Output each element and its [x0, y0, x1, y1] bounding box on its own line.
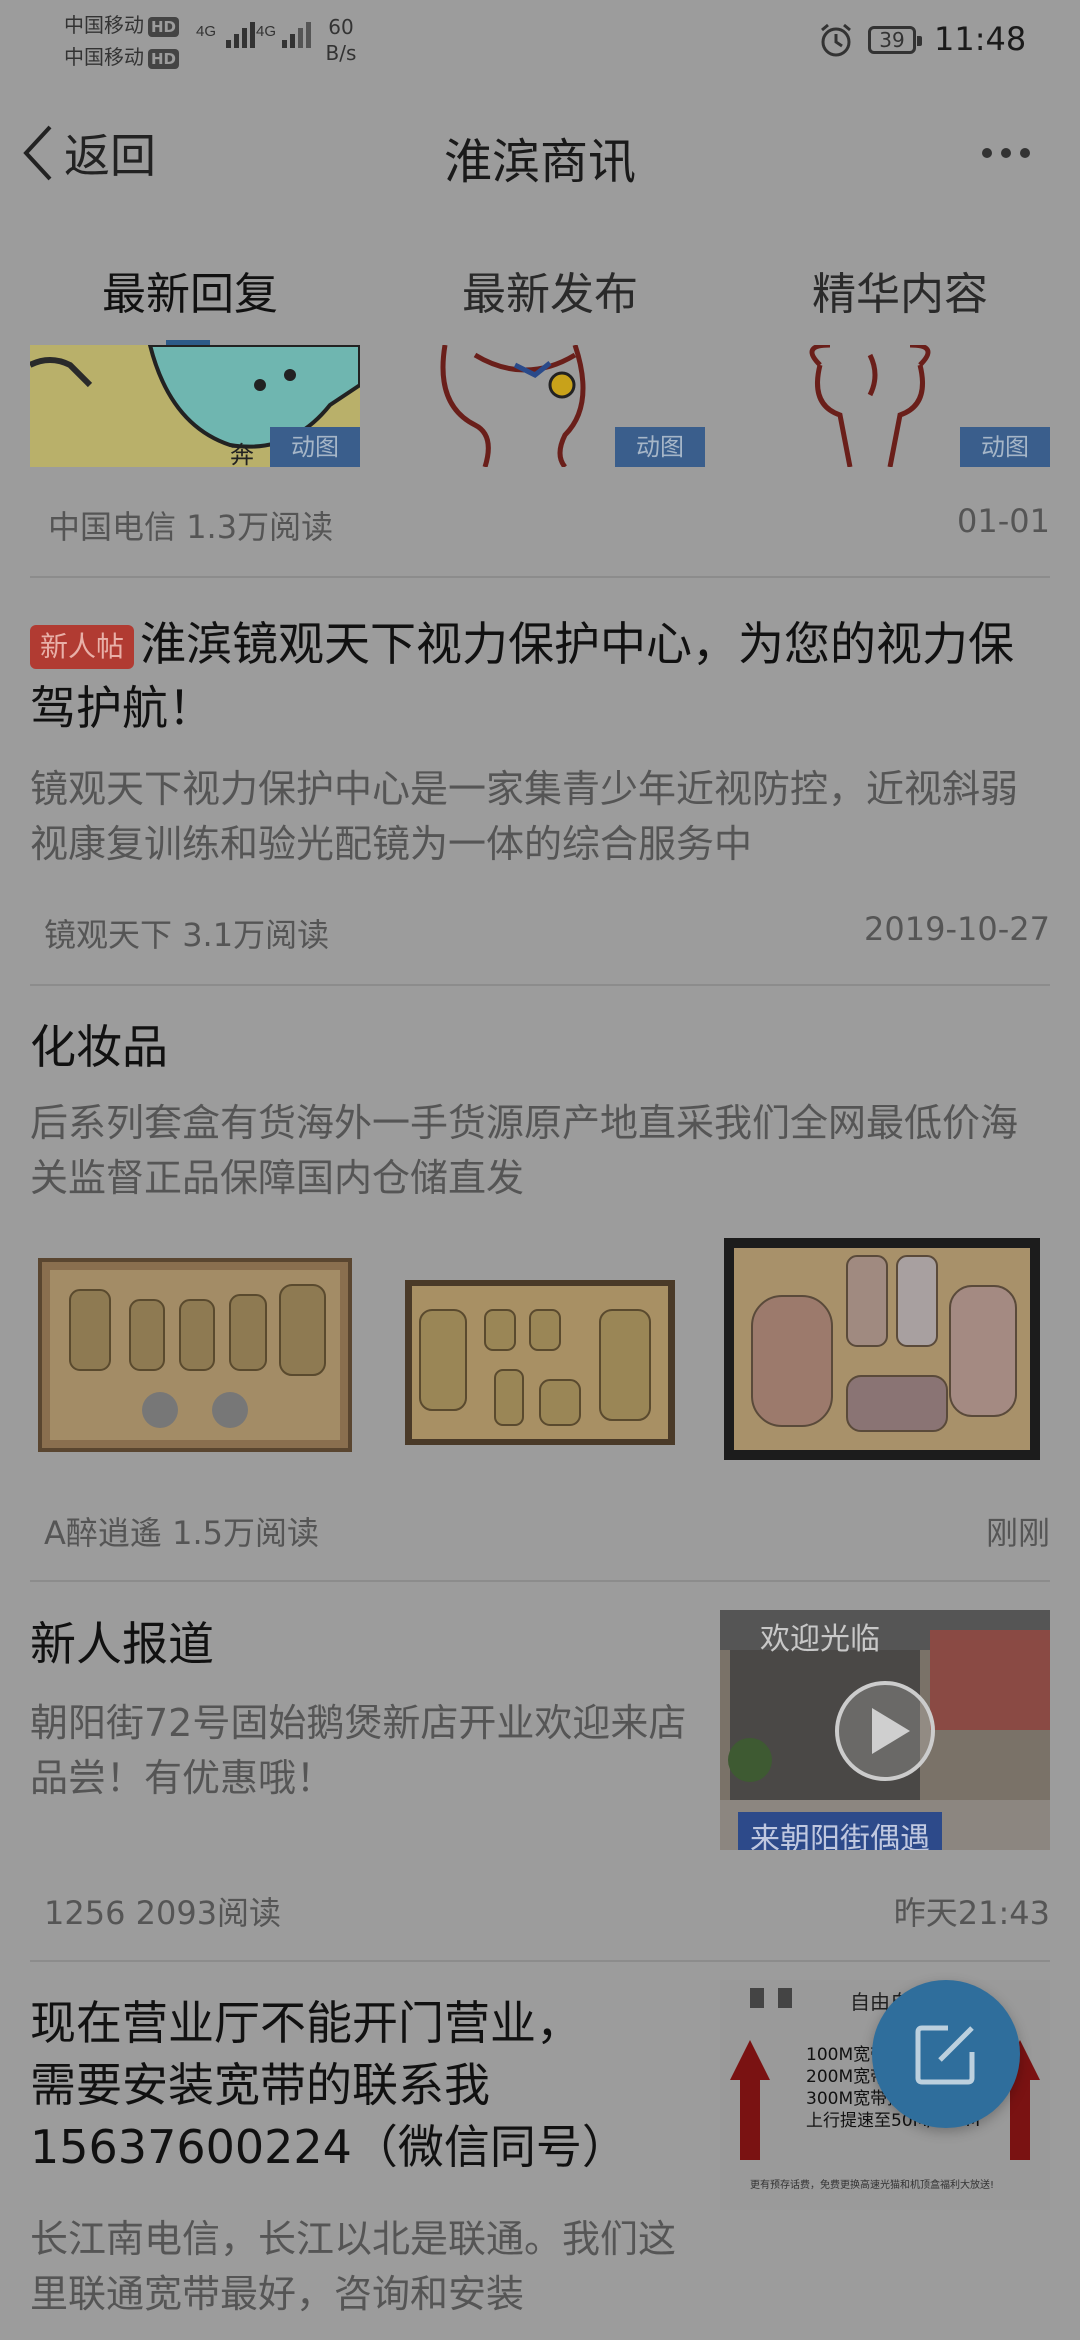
post-date: 01-01	[957, 502, 1050, 540]
gif-thumbnail-1[interactable]: 奔 动图	[30, 345, 360, 467]
more-dots-icon[interactable]	[982, 148, 1030, 158]
play-icon	[835, 1681, 935, 1781]
post-title[interactable]: 新人帖 淮滨镜观天下视力保护中心，为您的视力保驾护航！	[30, 612, 1050, 740]
post-description: 后系列套盒有货海外一手货源原产地直采我们全网最低价海关监督正品保障国内仓储直发	[30, 1101, 1019, 1200]
post-meta: 镜观天下 3.1万阅读	[44, 916, 330, 954]
svg-text:奔: 奔	[230, 442, 254, 467]
tab-latest-reply[interactable]: 最新回复	[60, 258, 320, 322]
thumb-sign: 欢迎光临	[760, 1622, 880, 1657]
tab-featured[interactable]: 精华内容	[770, 258, 1030, 322]
gif-badge: 动图	[960, 427, 1050, 467]
page-title: 淮滨商讯	[443, 134, 636, 190]
divider	[30, 1960, 1050, 1962]
new-user-tag: 新人帖	[30, 625, 135, 669]
clock: 11:48	[934, 20, 1027, 58]
network-speed: 60 B/s	[325, 15, 357, 65]
alarm-icon	[821, 23, 851, 57]
gif-badge: 动图	[615, 427, 705, 467]
compose-button[interactable]	[872, 1980, 1020, 2128]
signal-icon: 4G 4G	[196, 22, 311, 48]
battery-icon: 39	[868, 26, 922, 54]
carrier-label-2: 中国移动 HD	[64, 42, 180, 72]
gif-thumbnail-3[interactable]: 动图	[720, 345, 1050, 467]
svg-text:4G: 4G	[196, 23, 216, 40]
cosmetics-image-3[interactable]	[722, 1236, 1042, 1462]
post-description: 朝阳街72号固始鹅煲新店开业欢迎来店品尝！有优惠哦！	[30, 1701, 687, 1800]
svg-text:4G: 4G	[256, 23, 276, 40]
cosmetics-image-1[interactable]	[30, 1240, 360, 1470]
divider	[30, 984, 1050, 986]
tab-latest-post[interactable]: 最新发布	[420, 258, 680, 322]
post-meta: A醉逍遙 1.5万阅读	[44, 1514, 319, 1552]
post-date: 昨天21:43	[893, 1894, 1050, 1932]
thumb-banner: 来朝阳街偶遇	[738, 1812, 942, 1850]
post-date: 2019-10-27	[864, 910, 1050, 948]
gif-badge: 动图	[270, 427, 360, 467]
post-title[interactable]: 新人报道	[30, 1612, 214, 1676]
carrier-label-1: 中国移动 HD	[64, 10, 180, 40]
divider	[30, 576, 1050, 578]
post-meta: 中国电信 1.3万阅读	[48, 508, 334, 546]
post-date: 刚刚	[985, 1514, 1050, 1552]
post-title[interactable]: 现在营业厅不能开门营业， 需要安装宽带的联系我 15637600224（微信同号）	[30, 1992, 710, 2178]
post-description: 长江南电信，长江以北是联通。我们这里联通宽带最好，咨询和安装	[30, 2217, 677, 2316]
edit-icon	[915, 2025, 975, 2085]
gif-thumbnail-2[interactable]: 动图	[375, 345, 705, 467]
divider	[30, 1580, 1050, 1582]
cosmetics-image-2[interactable]	[400, 1270, 680, 1450]
video-thumbnail[interactable]: 欢迎光临 来朝阳街偶遇	[720, 1610, 1050, 1850]
post-description: 镜观天下视力保护中心是一家集青少年近视防控，近视斜弱视康复训练和验光配镜为一体的…	[30, 767, 1019, 866]
post-title[interactable]: 化妆品	[30, 1015, 168, 1079]
post-meta: 1256 2093阅读	[44, 1894, 282, 1932]
